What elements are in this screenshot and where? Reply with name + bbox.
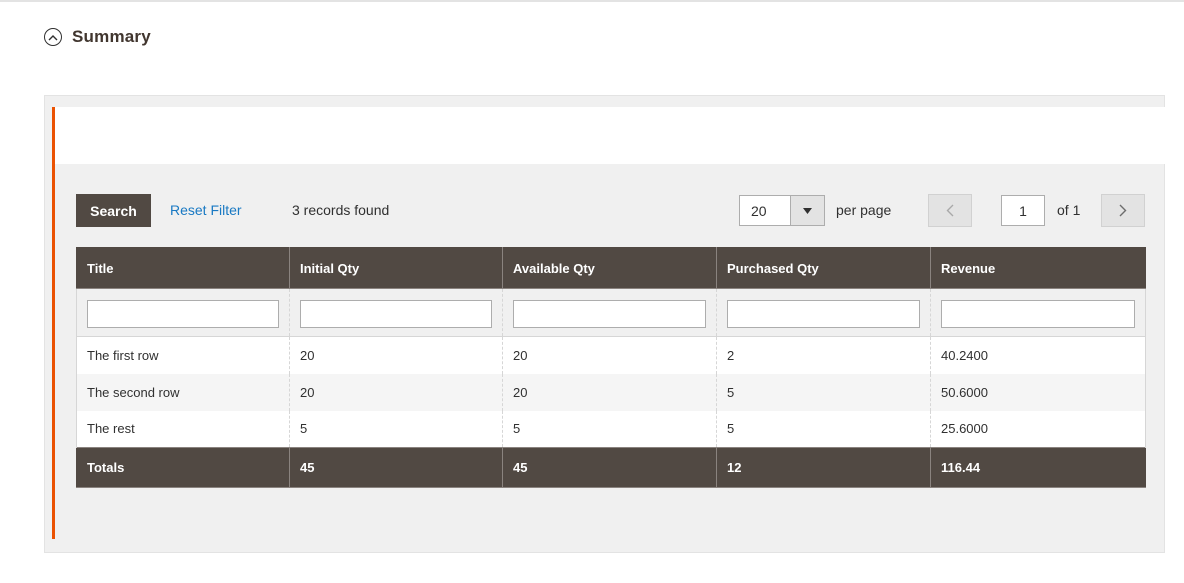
- chevron-left-icon: [946, 204, 954, 217]
- total-pages-label: of 1: [1057, 202, 1081, 218]
- records-count: 3 records found: [292, 202, 390, 218]
- grid-toolbar: Search Reset Filter 3 records found 20 p…: [76, 194, 1145, 228]
- per-page-value: 20: [751, 203, 767, 219]
- per-page-dropdown-button[interactable]: [790, 196, 824, 225]
- per-page-select[interactable]: 20: [739, 195, 825, 226]
- table-row: The first row 20 20 2 40.2400: [76, 336, 1146, 374]
- totals-label: Totals: [76, 447, 290, 488]
- cell-available-qty: 20: [502, 336, 717, 374]
- filter-cell: [289, 288, 503, 337]
- filter-revenue-input[interactable]: [941, 299, 1135, 328]
- table-row: The rest 5 5 5 25.6000: [76, 410, 1146, 448]
- summary-section-toggle[interactable]: Summary: [44, 26, 151, 48]
- header-row: Title Initial Qty Available Qty Purchase…: [76, 247, 1146, 289]
- chevron-right-icon: [1119, 204, 1127, 217]
- total-initial-qty: 45: [289, 447, 503, 488]
- total-available-qty: 45: [502, 447, 717, 488]
- cell-title: The rest: [76, 410, 290, 448]
- summary-panel: Search Reset Filter 3 records found 20 p…: [44, 95, 1165, 553]
- filter-cell: [716, 288, 931, 337]
- cell-initial-qty: 20: [289, 336, 503, 374]
- current-page-input[interactable]: [1001, 195, 1045, 226]
- cell-revenue: 50.6000: [930, 373, 1146, 411]
- totals-row: Totals 45 45 12 116.44: [76, 447, 1146, 488]
- filter-cell: [930, 288, 1146, 337]
- column-header-available-qty[interactable]: Available Qty: [502, 247, 717, 289]
- column-header-initial-qty[interactable]: Initial Qty: [289, 247, 503, 289]
- panel-header-area: [53, 107, 1165, 164]
- previous-page-button[interactable]: [928, 194, 972, 227]
- chevron-up-circle-icon[interactable]: [44, 28, 62, 46]
- total-purchased-qty: 12: [716, 447, 931, 488]
- filter-title-input[interactable]: [87, 299, 279, 328]
- cell-available-qty: 20: [502, 373, 717, 411]
- cell-purchased-qty: 5: [716, 410, 931, 448]
- filter-cell: [502, 288, 717, 337]
- column-header-purchased-qty[interactable]: Purchased Qty: [716, 247, 931, 289]
- next-page-button[interactable]: [1101, 194, 1145, 227]
- cell-initial-qty: 20: [289, 373, 503, 411]
- cell-title: The first row: [76, 336, 290, 374]
- filter-initial-qty-input[interactable]: [300, 299, 492, 328]
- cell-revenue: 40.2400: [930, 336, 1146, 374]
- search-button[interactable]: Search: [76, 194, 151, 227]
- cell-purchased-qty: 2: [716, 336, 931, 374]
- cell-available-qty: 5: [502, 410, 717, 448]
- summary-grid: Title Initial Qty Available Qty Purchase…: [76, 247, 1146, 488]
- filter-purchased-qty-input[interactable]: [727, 299, 920, 328]
- filter-row: [76, 288, 1146, 337]
- total-revenue: 116.44: [930, 447, 1146, 488]
- per-page-label: per page: [836, 202, 892, 218]
- cell-title: The second row: [76, 373, 290, 411]
- column-header-revenue[interactable]: Revenue: [930, 247, 1146, 289]
- cell-purchased-qty: 5: [716, 373, 931, 411]
- filter-available-qty-input[interactable]: [513, 299, 706, 328]
- reset-filter-link[interactable]: Reset Filter: [170, 202, 242, 218]
- cell-initial-qty: 5: [289, 410, 503, 448]
- filter-cell: [76, 288, 290, 337]
- table-row: The second row 20 20 5 50.6000: [76, 373, 1146, 411]
- accent-bar: [52, 107, 55, 539]
- section-title: Summary: [72, 27, 151, 46]
- triangle-down-icon: [803, 207, 812, 214]
- top-divider: [0, 0, 1184, 2]
- column-header-title[interactable]: Title: [76, 247, 290, 289]
- cell-revenue: 25.6000: [930, 410, 1146, 448]
